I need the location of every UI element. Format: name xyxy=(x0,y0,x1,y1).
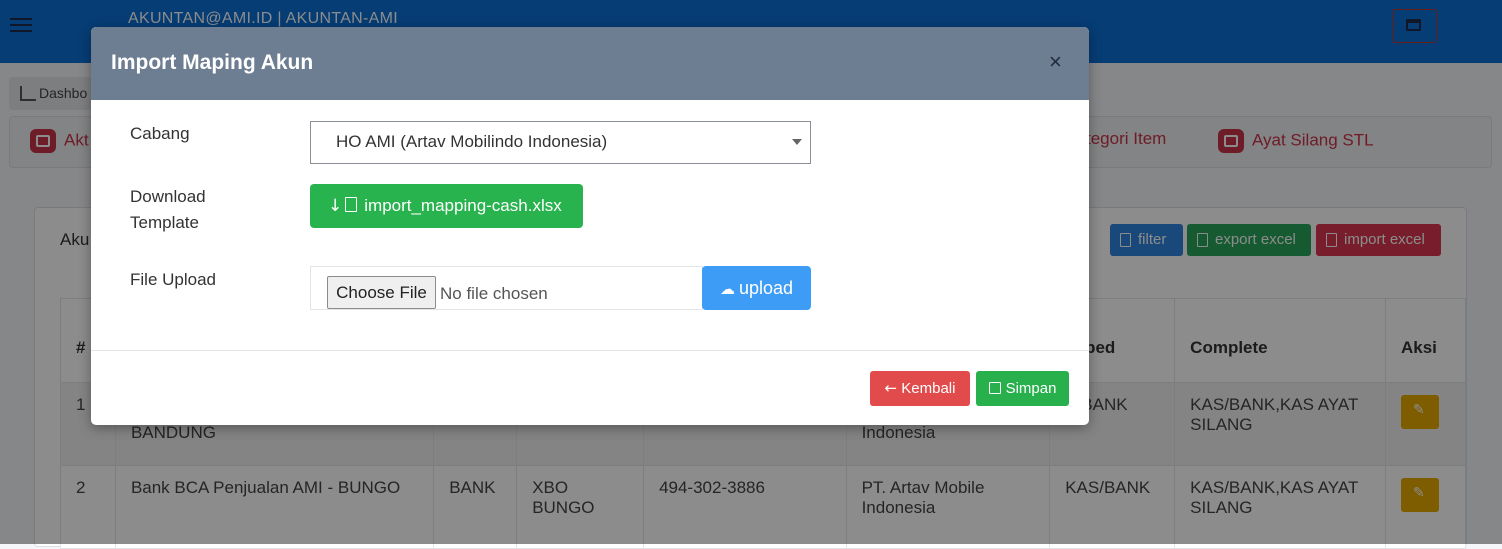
file-upload-input[interactable]: Choose File No file chosen xyxy=(310,266,703,310)
no-file-text: No file chosen xyxy=(440,284,548,303)
modal-header: Import Maping Akun × xyxy=(91,27,1089,100)
file-icon xyxy=(345,197,358,212)
cabang-select[interactable]: HO AMI (Artav Mobilindo Indonesia) xyxy=(310,121,811,164)
cabang-label: Cabang xyxy=(130,124,190,143)
download-template-button[interactable]: ↓ import_mapping-cash.xlsx xyxy=(310,184,583,228)
upload-label: upload xyxy=(738,278,794,298)
choose-file-button[interactable]: Choose File xyxy=(327,276,436,309)
download-template-label: Download Template xyxy=(130,184,206,236)
download-file-label: import_mapping-cash.xlsx xyxy=(364,196,562,215)
download-label-line1: Download xyxy=(130,187,206,206)
download-label-line2: Template xyxy=(130,213,199,232)
file-upload-label: File Upload xyxy=(130,270,216,289)
modal-footer-divider xyxy=(91,350,1089,351)
kembali-label: Kembali xyxy=(901,380,956,397)
modal-title: Import Maping Akun xyxy=(111,51,314,74)
close-icon[interactable]: × xyxy=(1049,49,1062,75)
cabang-selected-value: HO AMI (Artav Mobilindo Indonesia) xyxy=(336,132,608,151)
upload-button[interactable]: ☁ upload xyxy=(702,266,811,310)
arrow-down-icon: ↓ xyxy=(328,196,343,216)
kembali-button[interactable]: ← Kembali xyxy=(870,371,970,406)
simpan-button[interactable]: Simpan xyxy=(976,371,1069,406)
import-maping-akun-modal: Import Maping Akun × Cabang HO AMI (Arta… xyxy=(91,27,1089,425)
save-icon xyxy=(988,382,1001,394)
cloud-icon: ☁ xyxy=(719,280,735,298)
simpan-label: Simpan xyxy=(1005,380,1057,397)
arrow-left-icon: ← xyxy=(884,379,898,397)
caret-down-icon xyxy=(792,139,802,145)
